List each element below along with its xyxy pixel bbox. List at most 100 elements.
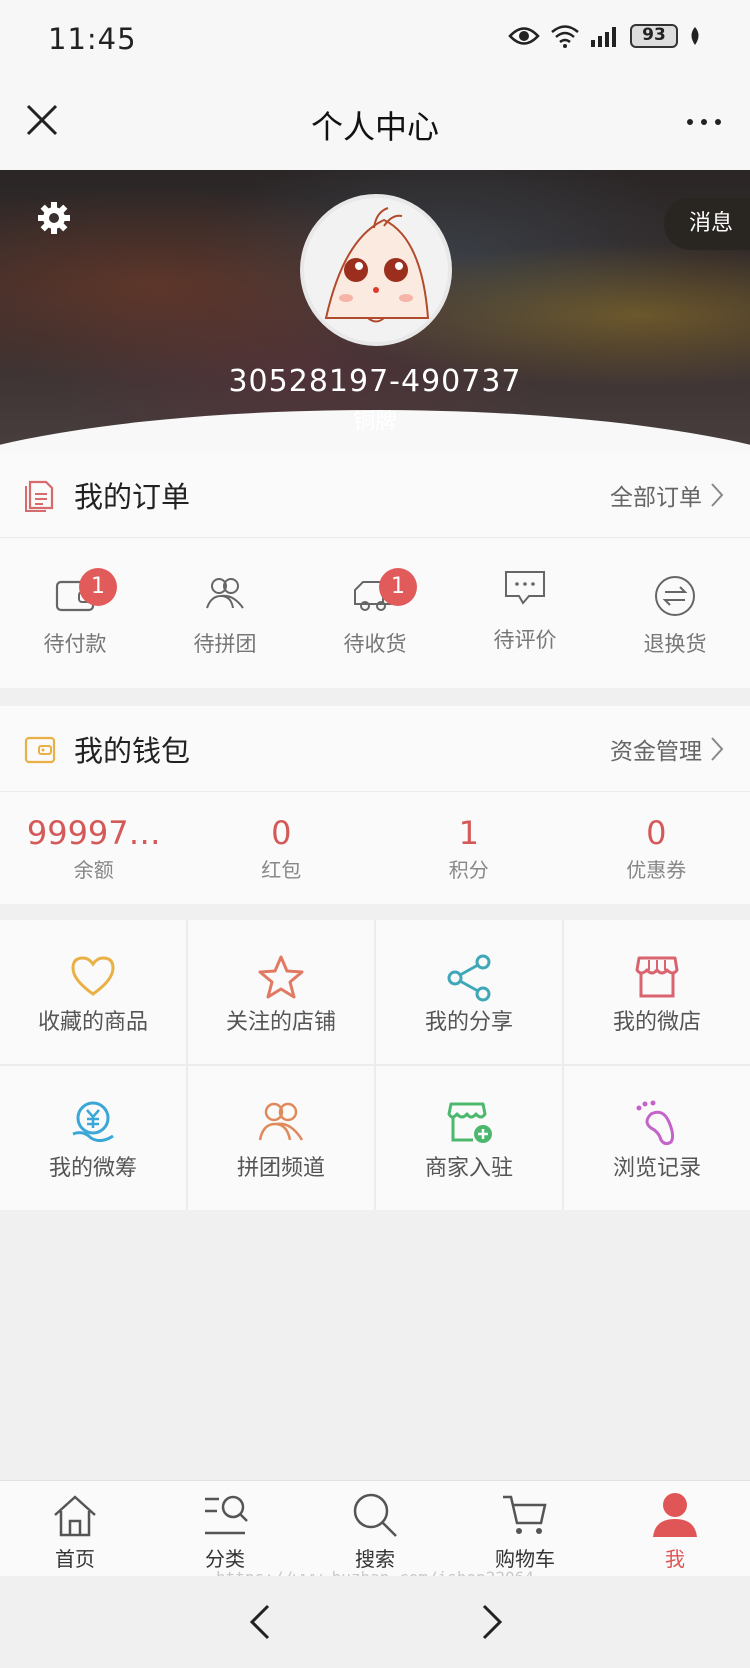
cart-icon <box>503 1495 547 1534</box>
pending-receipt-badge: 1 <box>379 568 417 606</box>
leaf-icon <box>691 27 699 45</box>
all-orders-link[interactable]: 全部订单 <box>610 478 724 512</box>
chevron-right-icon <box>711 483 724 507</box>
page-title: 个人中心 <box>310 108 439 146</box>
tab-category[interactable]: 分类 <box>150 1481 300 1576</box>
wallet-card-icon <box>24 736 56 764</box>
exchange-icon <box>655 576 695 616</box>
fund-management-label: 资金管理 <box>610 739 702 765</box>
fund-management-link[interactable]: 资金管理 <box>610 732 724 766</box>
eye-icon <box>508 27 540 45</box>
avatar[interactable] <box>300 194 452 346</box>
grid-label: 我的分享 <box>424 1010 513 1035</box>
order-label: 待评价 <box>493 628 557 652</box>
message-button[interactable]: 消息 <box>664 198 750 250</box>
order-returns[interactable]: 退换货 <box>600 538 750 688</box>
order-pending-group[interactable]: 待拼团 <box>150 538 300 688</box>
order-label: 待付款 <box>43 632 107 656</box>
feature-grid: 收藏的商品 关注的店铺 我的分享 我的微店 我的微筹 拼团频道 商家入驻 浏览记… <box>0 920 750 1210</box>
comment-icon <box>505 571 545 605</box>
grid-group-channel[interactable]: 拼团频道 <box>188 1066 374 1210</box>
tab-search[interactable]: 搜索 <box>300 1481 450 1576</box>
wallet-value: 1 <box>458 814 479 852</box>
grid-my-micro-shop[interactable]: 我的微店 <box>564 920 750 1064</box>
wallet-points[interactable]: 1 积分 <box>375 792 563 904</box>
wallet-stats: 99997… 余额 0 红包 1 积分 0 优惠券 <box>0 792 750 904</box>
wallet-label: 积分 <box>448 858 489 882</box>
wallet-value: 0 <box>646 814 667 852</box>
grid-label: 收藏的商品 <box>37 1010 148 1035</box>
grid-label: 关注的店铺 <box>225 1010 336 1035</box>
tab-home[interactable]: 首页 <box>0 1481 150 1576</box>
signal-icon <box>591 27 616 47</box>
yuan-hand-icon <box>72 1101 114 1143</box>
avatar-cartoon-icon <box>324 207 430 323</box>
grid-favorites[interactable]: 收藏的商品 <box>0 920 186 1064</box>
grid-label: 拼团频道 <box>236 1156 325 1181</box>
grid-my-crowdfunding[interactable]: 我的微筹 <box>0 1066 186 1210</box>
grid-merchant-join[interactable]: 商家入驻 <box>376 1066 562 1210</box>
wallet-header: 我的钱包 资金管理 <box>0 706 750 792</box>
status-icons: 93 <box>508 24 702 48</box>
share-icon <box>447 954 491 1002</box>
system-navigation-bar <box>0 1576 750 1668</box>
wallet-value: 0 <box>271 814 292 852</box>
bottom-tab-bar: 首页 分类 搜索 购物车 我 <box>0 1480 750 1576</box>
orders-header: 我的订单 全部订单 <box>0 452 750 538</box>
wifi-icon <box>551 25 579 48</box>
grid-label: 浏览记录 <box>612 1156 701 1181</box>
nav-bar: 个人中心 <box>0 78 750 170</box>
grid-label: 我的微店 <box>612 1010 701 1035</box>
category-icon <box>205 1495 248 1535</box>
group-icon <box>206 578 244 609</box>
wallet-label: 余额 <box>73 858 114 882</box>
order-list-icon <box>25 480 54 512</box>
wallet-section: 我的钱包 资金管理 99997… 余额 0 红包 1 积分 0 优惠券 <box>0 706 750 904</box>
tab-cart[interactable]: 购物车 <box>450 1481 600 1576</box>
member-level: 铜牌 <box>352 410 397 435</box>
wallet-coupons[interactable]: 0 优惠券 <box>563 792 750 904</box>
grid-my-shares[interactable]: 我的分享 <box>376 920 562 1064</box>
order-label: 退换货 <box>643 632 707 656</box>
gear-icon[interactable] <box>36 200 72 236</box>
wallet-red-packet[interactable]: 0 红包 <box>188 792 376 904</box>
user-icon <box>653 1493 697 1537</box>
order-pending-review[interactable]: 待评价 <box>450 538 600 688</box>
all-orders-label: 全部订单 <box>610 485 702 511</box>
order-status-row: 1 待付款 待拼团 1 待收货 待评价 退换货 <box>0 538 750 688</box>
order-pending-receipt[interactable]: 1 待收货 <box>300 538 450 688</box>
grid-label: 商家入驻 <box>424 1156 513 1181</box>
more-icon[interactable] <box>684 104 724 140</box>
wallet-balance[interactable]: 99997… 余额 <box>0 792 188 904</box>
grid-browse-history[interactable]: 浏览记录 <box>564 1066 750 1210</box>
heart-icon <box>71 956 115 996</box>
tab-me[interactable]: 我 <box>600 1481 750 1576</box>
order-label: 待收货 <box>343 632 407 656</box>
orders-title: 我的订单 <box>74 480 191 514</box>
wallet-title: 我的钱包 <box>74 734 191 768</box>
profile-header: 消息 30528197-490737 铜牌 <box>0 170 750 460</box>
chevron-left-icon[interactable] <box>244 1602 274 1642</box>
group-icon <box>258 1102 304 1141</box>
pending-payment-badge: 1 <box>79 568 117 606</box>
star-icon <box>258 955 304 999</box>
shop-icon <box>635 956 679 998</box>
grid-label: 我的微筹 <box>48 1156 137 1181</box>
wallet-value: 99997… <box>26 814 161 852</box>
grid-followed-shops[interactable]: 关注的店铺 <box>188 920 374 1064</box>
status-bar: 11:45 93 <box>0 0 750 78</box>
search-icon <box>353 1493 397 1537</box>
battery-indicator: 93 <box>630 24 678 48</box>
orders-section: 我的订单 全部订单 1 待付款 待拼团 1 待收货 待评价 退换货 <box>0 452 750 688</box>
wallet-label: 优惠券 <box>626 858 687 882</box>
username: 30528197-490737 <box>228 364 522 399</box>
chevron-right-icon <box>711 737 724 761</box>
order-pending-payment[interactable]: 1 待付款 <box>0 538 150 688</box>
store-add-icon <box>447 1102 492 1143</box>
chevron-right-icon[interactable] <box>478 1602 508 1642</box>
wallet-label: 红包 <box>261 858 302 882</box>
home-icon <box>54 1495 96 1537</box>
status-time: 11:45 <box>48 22 137 56</box>
footprint-icon <box>636 1100 675 1146</box>
order-label: 待拼团 <box>193 632 257 656</box>
